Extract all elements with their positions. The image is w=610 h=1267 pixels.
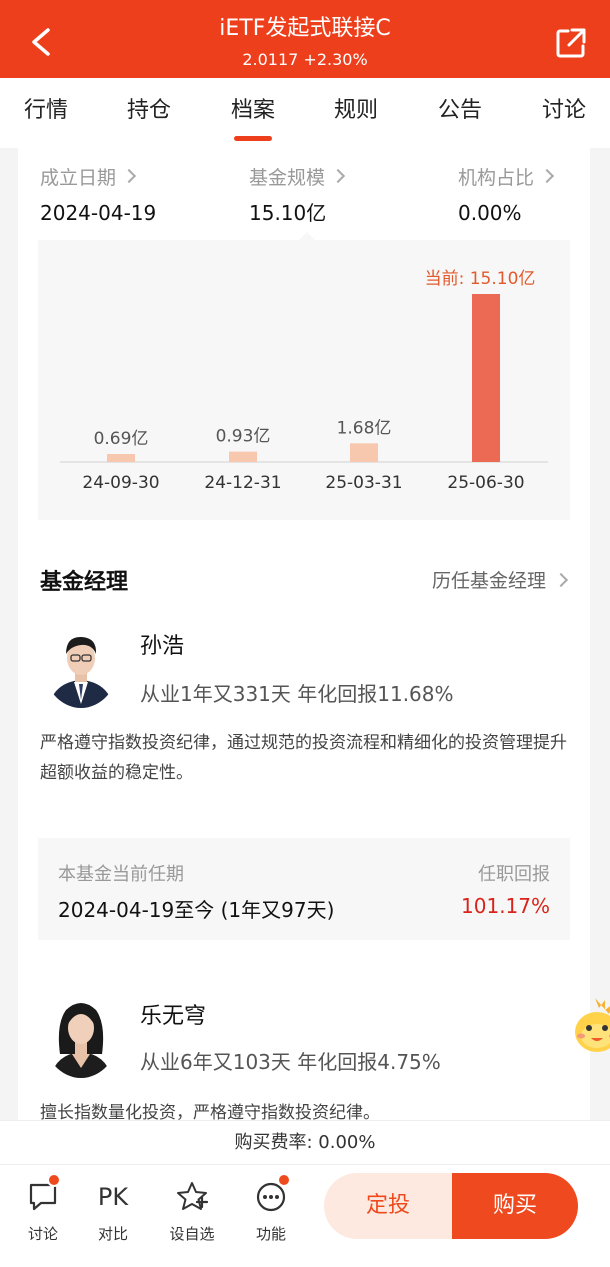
fund-title: iETF发起式联接C xyxy=(219,16,391,41)
history-managers-link[interactable]: 历任基金经理 xyxy=(431,566,569,593)
manager-avatar[interactable] xyxy=(44,624,118,708)
chart-x-tick-label: 24-09-30 xyxy=(82,473,159,493)
tab-market[interactable]: 行情 xyxy=(6,96,86,126)
chart-data-label: 0.93亿 xyxy=(216,427,271,447)
stat-value: 2024-04-19 xyxy=(40,201,157,225)
notification-dot xyxy=(277,1173,291,1187)
stat-value: 0.00% xyxy=(458,201,522,225)
avatar-image xyxy=(44,994,118,1078)
chart-svg: 0.69亿 24-09-30 0.93亿 24-12-31 1.68亿 25-03-31 当… xyxy=(60,269,548,493)
managers-section-title: 基金经理 xyxy=(40,570,129,595)
tab-bar: 行情 持仓 档案 规则 公告 讨论 xyxy=(0,78,610,148)
manager-description: 严格遵守指数投资纪律，通过规范的投资流程和精细化的投资管理提升超额收益的稳定性。 xyxy=(40,733,567,783)
manager-avatar[interactable] xyxy=(44,994,118,1078)
avatar-image xyxy=(44,624,118,708)
chart-data-label: 0.69亿 xyxy=(94,429,149,449)
chart-x-tick-label: 25-03-31 xyxy=(325,473,402,493)
manager-name[interactable]: 孙浩 xyxy=(140,628,184,660)
tenure-box: 本基金当前任期 任职回报 2024-04-19至今 (1年又97天) 101.1… xyxy=(38,838,570,940)
tab-holdings[interactable]: 持仓 xyxy=(109,96,189,126)
star-icon xyxy=(177,1182,209,1210)
bottom-label: 对比 xyxy=(97,1225,128,1243)
bottom-discussion-button[interactable]: 讨论 xyxy=(13,1173,73,1244)
bottom-more-button[interactable]: 功能 xyxy=(241,1173,301,1244)
bottom-label: 讨论 xyxy=(27,1225,58,1243)
fund-size-chart: 0.69亿 24-09-30 0.93亿 24-12-31 1.68亿 25-03-31 当… xyxy=(38,240,570,520)
bottom-compare-button[interactable]: PK 对比 xyxy=(83,1179,143,1244)
tab-rules[interactable]: 规则 xyxy=(316,96,396,126)
chart-bar[interactable] xyxy=(229,451,257,462)
pk-icon: PK xyxy=(97,1183,129,1211)
auto-invest-button[interactable]: 定投 xyxy=(324,1173,452,1239)
tab-announcements[interactable]: 公告 xyxy=(420,96,500,126)
chart-bar[interactable] xyxy=(472,294,500,462)
chevron-right-icon xyxy=(539,168,555,184)
bottom-label: 功能 xyxy=(255,1225,286,1243)
chart-data-label: 1.68亿 xyxy=(337,418,392,438)
tab-discussion[interactable]: 讨论 xyxy=(524,96,604,126)
back-arrow-icon[interactable] xyxy=(22,22,62,62)
stat-label: 机构占比 xyxy=(458,167,535,189)
chart-bar[interactable] xyxy=(350,443,378,462)
tenure-value: 2024-04-19至今 (1年又97天) xyxy=(58,898,335,922)
bottom-watchlist-button[interactable]: 设自选 xyxy=(162,1179,222,1244)
tab-profile[interactable]: 档案 xyxy=(213,96,293,126)
chart-data-label: 当前: 15.10亿 xyxy=(425,269,536,289)
chevron-right-icon xyxy=(121,168,137,184)
return-label: 任职回报 xyxy=(478,864,550,885)
stat-fund-size[interactable]: 基金规模 15.10亿 xyxy=(249,166,346,226)
chevron-right-icon xyxy=(553,572,569,588)
chevron-right-icon xyxy=(330,168,346,184)
chart-x-tick-label: 25-06-30 xyxy=(447,473,524,493)
share-icon[interactable] xyxy=(554,26,588,60)
history-link-label: 历任基金经理 xyxy=(431,570,546,592)
chart-x-tick-label: 24-12-31 xyxy=(204,473,281,493)
chart-bar[interactable] xyxy=(107,454,135,462)
buy-button[interactable]: 购买 xyxy=(452,1173,578,1239)
purchase-fee-bar: 购买费率: 0.00% xyxy=(0,1120,610,1164)
stat-label: 基金规模 xyxy=(249,167,326,189)
mascot-float-icon[interactable] xyxy=(571,996,610,1058)
manager-name[interactable]: 乐无穹 xyxy=(140,998,206,1030)
stat-institution-ratio[interactable]: 机构占比 0.00% xyxy=(458,166,555,226)
app-header: iETF发起式联接C 2.0117 +2.30% xyxy=(0,0,610,78)
stat-value: 15.10亿 xyxy=(249,201,327,225)
tenure-label: 本基金当前任期 xyxy=(58,864,184,885)
stat-label: 成立日期 xyxy=(40,167,117,189)
return-value: 101.17% xyxy=(461,894,550,918)
active-tab-indicator xyxy=(234,136,272,141)
fund-nav-change: 2.0117 +2.30% xyxy=(242,50,368,69)
manager-stat: 从业1年又331天 年化回报11.68% xyxy=(140,682,454,706)
profile-card: 成立日期 2024-04-19 基金规模 15.10亿 机构占比 0.00% 0… xyxy=(18,148,590,1123)
manager-stat: 从业6年又103天 年化回报4.75% xyxy=(140,1050,441,1074)
bottom-toolbar: 讨论 PK 对比 设自选 功能 定投 购买 xyxy=(0,1164,610,1267)
notification-dot xyxy=(47,1173,61,1187)
bottom-label: 设自选 xyxy=(169,1225,215,1243)
stat-inception[interactable]: 成立日期 2024-04-19 xyxy=(40,166,156,226)
